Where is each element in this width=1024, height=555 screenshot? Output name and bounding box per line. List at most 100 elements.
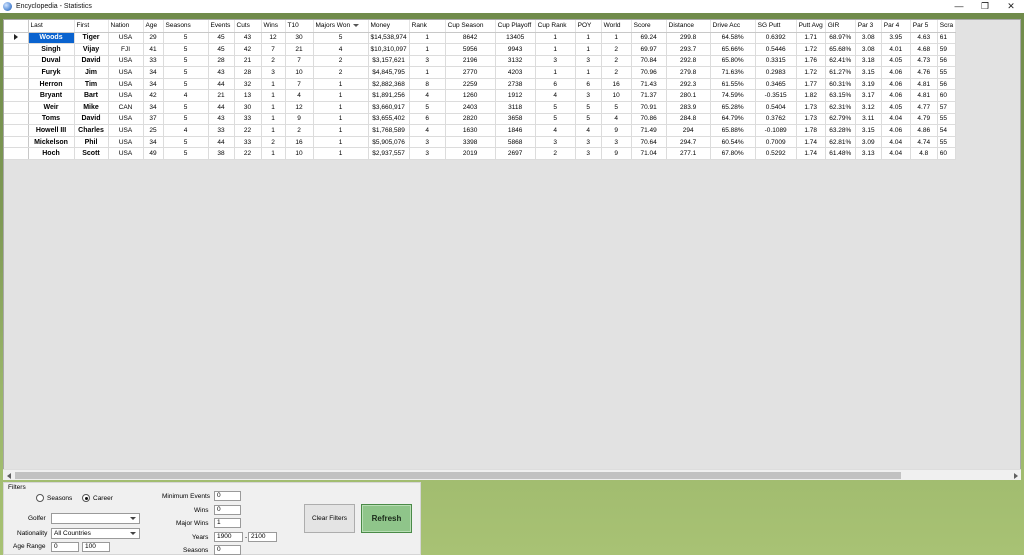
minimize-icon[interactable]: —: [946, 0, 972, 13]
table-cell[interactable]: 55: [937, 136, 957, 149]
table-cell[interactable]: 10: [285, 147, 314, 161]
table-cell[interactable]: 42: [143, 89, 164, 103]
table-cell[interactable]: 1: [313, 136, 369, 149]
table-cell[interactable]: 43: [234, 32, 262, 45]
table-cell[interactable]: 64.58%: [710, 32, 756, 45]
row-header[interactable]: [4, 113, 29, 126]
column-header-score[interactable]: Score: [631, 20, 667, 33]
column-header-cup-season[interactable]: Cup Season: [445, 20, 496, 33]
table-cell[interactable]: 2403: [445, 101, 496, 114]
table-cell[interactable]: 4.06: [881, 89, 911, 103]
table-cell[interactable]: USA: [108, 78, 144, 91]
table-cell[interactable]: 2: [285, 124, 314, 137]
table-cell[interactable]: USA: [108, 66, 144, 79]
column-header-distance[interactable]: Distance: [666, 20, 711, 33]
major-wins-input[interactable]: 1: [214, 518, 241, 528]
scroll-right-icon[interactable]: [1010, 470, 1021, 481]
table-cell[interactable]: 1: [409, 66, 446, 79]
table-cell[interactable]: 4.68: [910, 43, 938, 56]
table-cell[interactable]: -0.3515: [755, 89, 797, 103]
table-cell[interactable]: 2697: [495, 147, 536, 161]
table-cell[interactable]: 3: [601, 136, 632, 149]
table-cell[interactable]: 5: [163, 78, 209, 91]
table-cell[interactable]: 71.43: [631, 78, 667, 91]
table-cell[interactable]: $1,768,589: [368, 124, 410, 137]
table-cell[interactable]: 61.48%: [825, 147, 856, 161]
table-cell[interactable]: 70.96: [631, 66, 667, 79]
table-cell[interactable]: 3: [409, 55, 446, 68]
column-header-age[interactable]: Age: [143, 20, 164, 33]
table-cell[interactable]: 3.08: [855, 32, 882, 45]
table-cell[interactable]: Woods: [28, 32, 75, 45]
table-cell[interactable]: 1.73: [796, 101, 826, 114]
table-cell[interactable]: 10: [601, 89, 632, 103]
age-min-input[interactable]: 0: [51, 542, 79, 552]
horizontal-scrollbar[interactable]: [3, 469, 1021, 480]
table-cell[interactable]: 9943: [495, 43, 536, 56]
table-cell[interactable]: 3.12: [855, 101, 882, 114]
table-cell[interactable]: 4.76: [910, 66, 938, 79]
nationality-select[interactable]: All Countries: [51, 528, 140, 539]
table-cell[interactable]: 44: [208, 101, 235, 114]
table-cell[interactable]: Charles: [74, 124, 109, 137]
table-cell[interactable]: 2: [313, 55, 369, 68]
table-cell[interactable]: 3: [535, 55, 576, 68]
table-cell[interactable]: 55: [937, 66, 957, 79]
table-cell[interactable]: 56: [937, 78, 957, 91]
row-header[interactable]: [4, 55, 29, 68]
table-cell[interactable]: 44: [208, 78, 235, 91]
table-cell[interactable]: 71.04: [631, 147, 667, 161]
table-cell[interactable]: 70.84: [631, 55, 667, 68]
table-cell[interactable]: $4,845,795: [368, 66, 410, 79]
table-cell[interactable]: 10: [285, 66, 314, 79]
table-cell[interactable]: 1: [535, 66, 576, 79]
min-events-input[interactable]: 0: [214, 491, 241, 501]
table-cell[interactable]: 3.09: [855, 136, 882, 149]
table-cell[interactable]: 16: [285, 136, 314, 149]
table-cell[interactable]: 13: [234, 89, 262, 103]
table-cell[interactable]: 0.5446: [755, 43, 797, 56]
row-header[interactable]: [4, 78, 29, 91]
table-cell[interactable]: 45: [208, 43, 235, 56]
table-cell[interactable]: 0.3315: [755, 55, 797, 68]
table-cell[interactable]: 34: [143, 101, 164, 114]
table-cell[interactable]: 62.79%: [825, 113, 856, 126]
row-header[interactable]: [4, 101, 29, 114]
table-cell[interactable]: 3.11: [855, 113, 882, 126]
table-cell[interactable]: 3: [409, 136, 446, 149]
table-cell[interactable]: 2: [535, 147, 576, 161]
table-cell[interactable]: 2: [313, 66, 369, 79]
table-cell[interactable]: 71.37: [631, 89, 667, 103]
table-cell[interactable]: 280.1: [666, 89, 711, 103]
table-cell[interactable]: 1: [409, 43, 446, 56]
table-cell[interactable]: $1,891,256: [368, 89, 410, 103]
table-cell[interactable]: Mike: [74, 101, 109, 114]
table-cell[interactable]: 34: [143, 78, 164, 91]
table-cell[interactable]: 56: [937, 55, 957, 68]
table-cell[interactable]: 5: [163, 32, 209, 45]
table-cell[interactable]: 4: [575, 124, 602, 137]
table-cell[interactable]: 292.3: [666, 78, 711, 91]
table-row[interactable]: Howell III Charles USA 25 4 33 22 1 2 1 $1,768,589…: [4, 124, 957, 137]
table-cell[interactable]: 1: [261, 89, 286, 103]
table-cell[interactable]: 279.8: [666, 66, 711, 79]
table-cell[interactable]: $2,937,557: [368, 147, 410, 161]
column-header-drive-acc[interactable]: Drive Acc: [710, 20, 756, 33]
table-cell[interactable]: 3: [575, 89, 602, 103]
table-cell[interactable]: 3658: [495, 113, 536, 126]
table-cell[interactable]: 61.55%: [710, 78, 756, 91]
table-cell[interactable]: 69.97: [631, 43, 667, 56]
table-cell[interactable]: David: [74, 55, 109, 68]
table-cell[interactable]: 6: [575, 78, 602, 91]
table-cell[interactable]: David: [74, 113, 109, 126]
table-row[interactable]: Bryant Bart USA 42 4 21 13 1 4 1 $1,891,256 4 1260 19…: [4, 89, 957, 103]
table-cell[interactable]: 5: [535, 101, 576, 114]
table-cell[interactable]: 3398: [445, 136, 496, 149]
table-cell[interactable]: 2019: [445, 147, 496, 161]
table-cell[interactable]: 60.31%: [825, 78, 856, 91]
column-header-gir[interactable]: GIR: [825, 20, 856, 33]
table-cell[interactable]: 61.27%: [825, 66, 856, 79]
table-cell[interactable]: 63.15%: [825, 89, 856, 103]
table-cell[interactable]: 33: [234, 113, 262, 126]
table-cell[interactable]: 60.54%: [710, 136, 756, 149]
